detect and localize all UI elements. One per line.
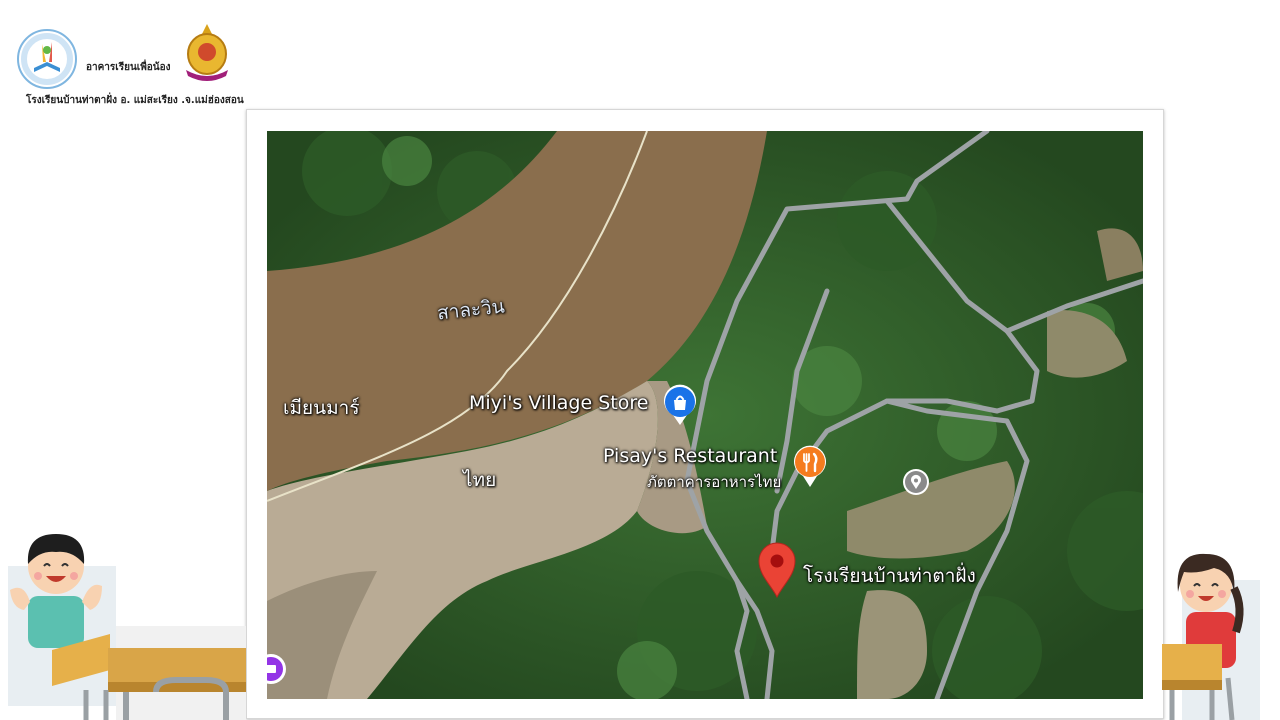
shopping-bag-icon[interactable]: [661, 383, 699, 427]
country-label-thailand: ไทย: [463, 469, 497, 491]
royal-emblem-icon: [186, 24, 228, 81]
foundation-logo-icon: [17, 29, 77, 89]
poi-label-school[interactable]: โรงเรียนบ้านท่าตาฝั่ง: [803, 561, 976, 591]
fork-knife-icon[interactable]: [791, 443, 829, 489]
school-caption: โรงเรียนบ้านท่าตาฝั่ง อ. แม่สะเรียง .จ.แ…: [26, 95, 244, 106]
map-terrain: [267, 131, 1143, 699]
map-frame: สาละวิน เมียนมาร์ ไทย Miyi's Village Sto…: [246, 109, 1164, 719]
girl-at-desk-illustration: [1162, 553, 1260, 720]
poi-sublabel-restaurant: ภัตตาคารอาหารไทย: [647, 473, 782, 491]
satellite-map[interactable]: สาละวิน เมียนมาร์ ไทย Miyi's Village Sto…: [267, 131, 1143, 699]
place-pin-icon[interactable]: [901, 467, 931, 497]
poi-label-village-store[interactable]: Miyi's Village Store: [469, 392, 648, 414]
poi-label-restaurant[interactable]: Pisay's Restaurant: [603, 445, 777, 467]
country-label-myanmar: เมียนมาร์: [283, 397, 360, 419]
red-location-pin-icon[interactable]: [757, 541, 797, 599]
boy-at-desk-illustration: [8, 534, 246, 720]
project-label: อาคารเรียนเพื่อน้อง: [86, 62, 171, 73]
page-header: อาคารเรียนเพื่อน้อง โรงเรียนบ้านท่าตาฝั่…: [0, 0, 260, 110]
purple-place-icon[interactable]: [267, 653, 287, 685]
